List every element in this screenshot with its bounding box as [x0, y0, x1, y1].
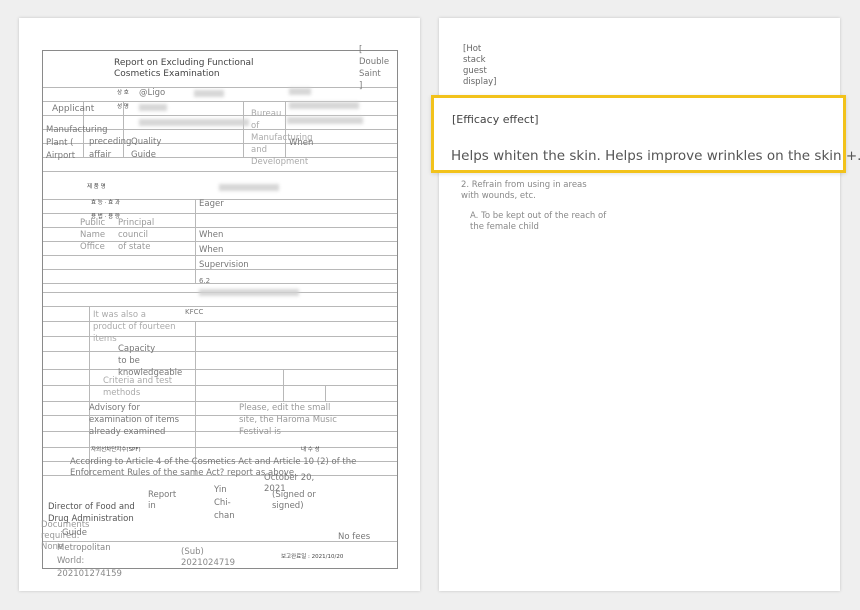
fourteen-items-note: It was also a product of fourteen items	[93, 310, 176, 344]
when-label: When	[289, 138, 314, 148]
applicant-value: @Ligo	[139, 88, 166, 98]
eager-label: Eager	[199, 199, 224, 209]
when-label-3: When	[199, 245, 224, 255]
korean-label-product: 제 품 명	[87, 184, 106, 190]
when-label-2: When	[199, 230, 224, 240]
article-line-2: Enforcement Rules of the same Act? repor…	[70, 468, 297, 478]
metropolitan-number: Metropolitan World: 202101274159	[57, 543, 122, 579]
hot-stack-note: [Hot stack guest display]	[463, 44, 497, 87]
no-fees-label: No fees	[338, 532, 371, 542]
korean-label-efficacy: 효 능 · 효 과	[91, 200, 120, 206]
supervision-label: Supervision	[199, 260, 249, 270]
report-title: Report on Excluding Functional Cosmetics…	[114, 58, 254, 79]
please-edit-note: Please, edit the small site, the Haroma …	[239, 403, 337, 437]
version-label: 6.2	[199, 277, 211, 285]
kfcc-label: KFCC	[185, 308, 204, 316]
applicant-label: Applicant	[52, 104, 95, 114]
efficacy-title: [Efficacy effect]	[452, 113, 539, 126]
efficacy-callout: [Efficacy effect] Helps whiten the skin.…	[431, 95, 860, 173]
criteria-note: Criteria and test methods	[103, 376, 173, 398]
completion-date: 보고완료일 : 2021/10/20	[281, 554, 344, 560]
advisory-note: Advisory for examination of items alread…	[89, 403, 180, 437]
guide-label: Guide	[62, 528, 87, 538]
article-line-1: According to Article 4 of the Cosmetics …	[70, 457, 357, 467]
public-name-office: Public Name Office	[80, 218, 106, 252]
korean-label-name: 성 명	[117, 104, 129, 110]
sub-number: (Sub) 2021024719	[181, 547, 236, 568]
principal-council: Principal council of state	[118, 218, 155, 252]
korean-label-company: 상 호	[117, 90, 129, 96]
keep-out-warning: A. To be kept out of the reach of the fe…	[470, 211, 607, 232]
preceding-affair: preceding affair	[89, 137, 132, 160]
signatory-name: Yin Chi- chan	[214, 485, 235, 521]
capacity-note: Capacity to be knowledgeable	[118, 344, 183, 378]
document-page-left: Report on Excluding Functional Cosmetics…	[19, 18, 420, 591]
refrain-warning: 2. Refrain from using in areas with woun…	[461, 180, 587, 201]
signed-note: (Signed or signed)	[272, 490, 316, 511]
spf-value: 내 수 성	[301, 447, 320, 453]
spf-label: 자외선차단지수(SPF)	[91, 447, 141, 453]
quality-guide: Quality Guide	[131, 137, 162, 160]
report-in: Report in	[148, 490, 177, 511]
double-saint-note: [ Double Saint ]	[359, 45, 390, 91]
efficacy-text: Helps whiten the skin. Helps improve wri…	[451, 148, 860, 164]
